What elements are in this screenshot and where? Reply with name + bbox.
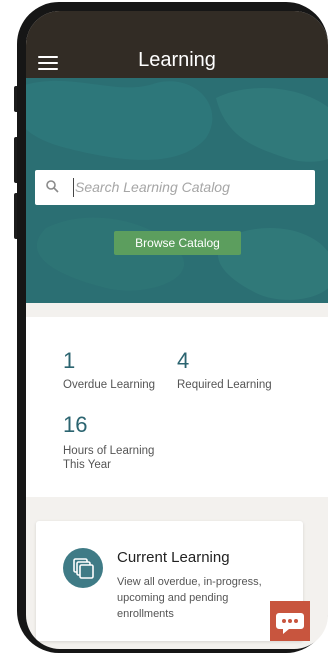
search-input[interactable]: Search Learning Catalog <box>35 170 315 205</box>
stacked-cards-icon <box>63 548 103 588</box>
required-label: Required Learning <box>177 379 272 391</box>
hours-label-line1: Hours of Learning <box>63 445 155 457</box>
top-bar: Learning <box>26 11 328 78</box>
browse-catalog-button[interactable]: Browse Catalog <box>114 231 241 255</box>
hours-count[interactable]: 16 <box>63 412 87 438</box>
overdue-count[interactable]: 1 <box>63 348 75 374</box>
text-cursor <box>73 178 74 197</box>
card-description-line1: View all overdue, in-progress, <box>117 576 262 588</box>
learning-summary: 1 Overdue Learning 4 Required Learning 1… <box>26 317 328 497</box>
card-title: Current Learning <box>117 549 230 566</box>
current-learning-card[interactable]: Current Learning View all overdue, in-pr… <box>36 521 303 641</box>
page-title: Learning <box>138 49 216 71</box>
hours-label-line2: This Year <box>63 459 111 471</box>
search-placeholder: Search Learning Catalog <box>75 179 230 195</box>
app-screen: Learning Search Learning Catalog Browse … <box>26 11 328 649</box>
required-count[interactable]: 4 <box>177 348 189 374</box>
chat-bubble-icon <box>276 613 304 634</box>
hero-banner: Search Learning Catalog Browse Catalog <box>26 78 328 303</box>
chat-button[interactable] <box>270 601 310 641</box>
overdue-label: Overdue Learning <box>63 379 156 391</box>
search-icon <box>46 180 59 193</box>
